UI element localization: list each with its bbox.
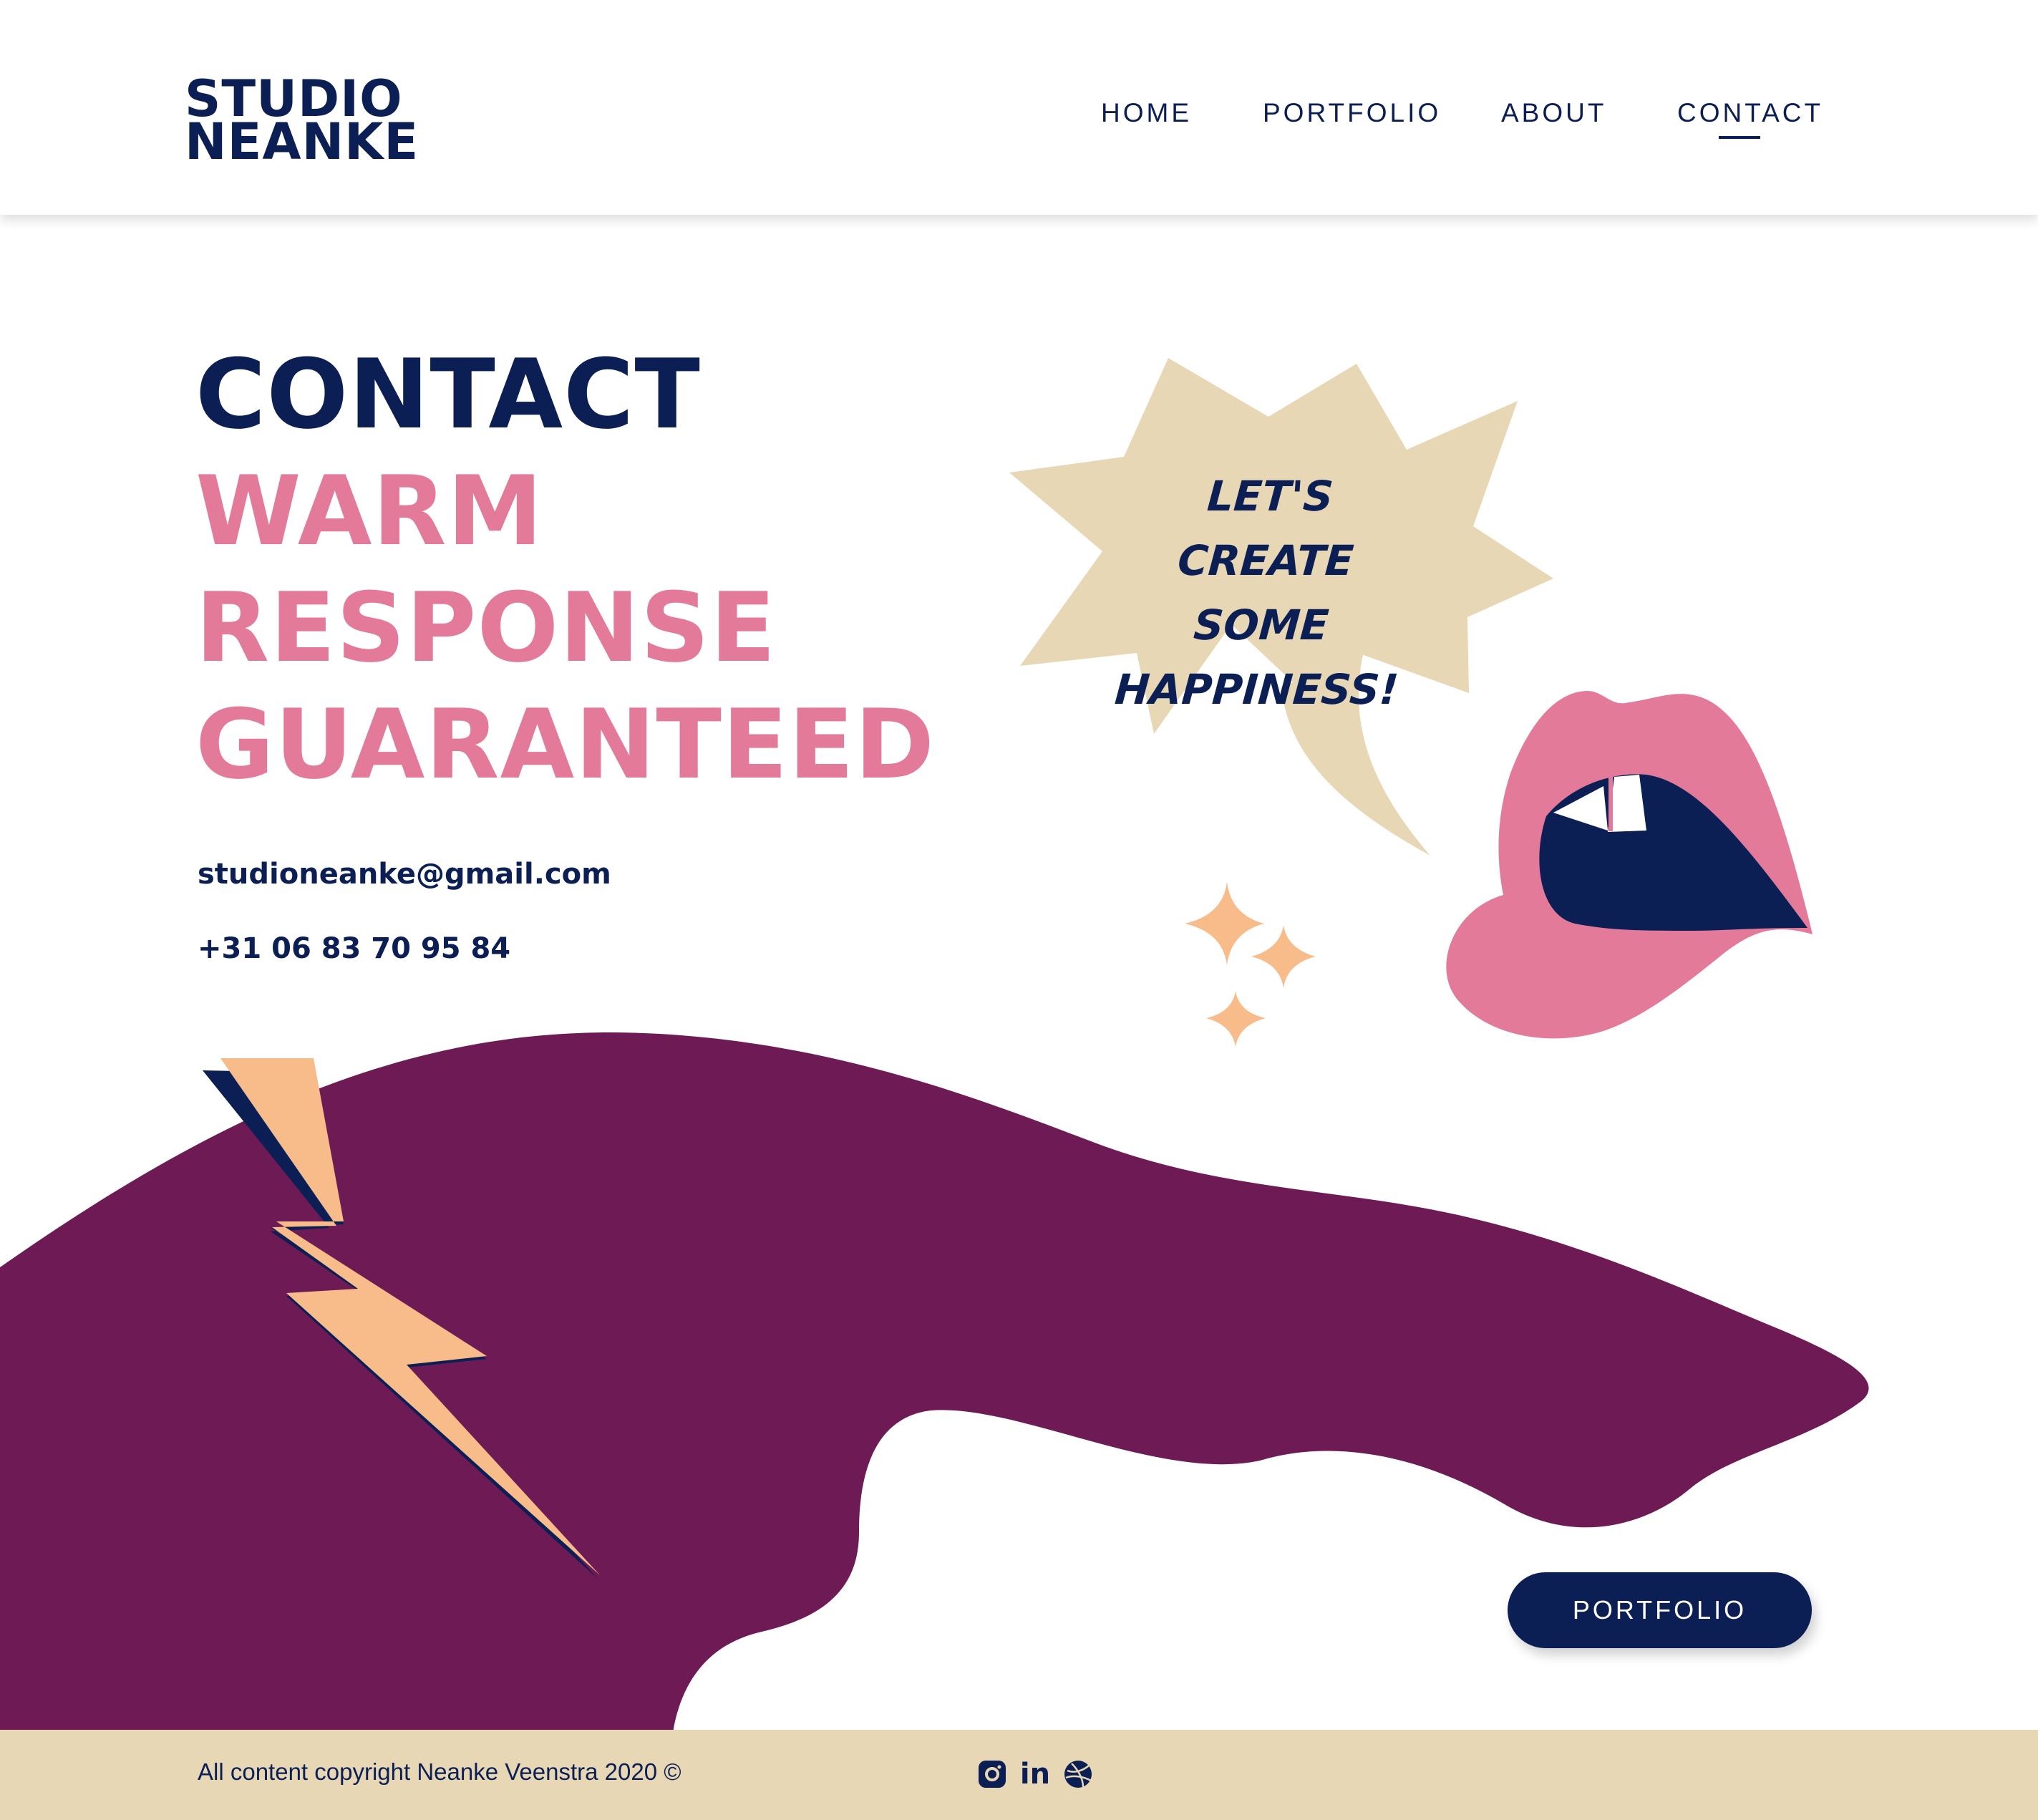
copyright-text: All content copyright Neanke Veenstra 20…: [198, 1758, 681, 1785]
nav-active-underline: [1719, 136, 1760, 139]
nav-contact[interactable]: CONTACT: [1677, 98, 1823, 128]
nav-about[interactable]: ABOUT: [1501, 98, 1606, 128]
hero-subtitle-line-1: WARM: [195, 455, 544, 567]
page-title: CONTACT: [195, 339, 701, 450]
nav-home[interactable]: HOME: [1101, 98, 1192, 128]
site-header: STUDIO NEANKE HOME PORTFOLIO ABOUT CONTA…: [0, 0, 2038, 215]
site-footer: All content copyright Neanke Veenstra 20…: [0, 1730, 2038, 1820]
email-link[interactable]: studioneanke@gmail.com: [198, 858, 611, 932]
dribbble-icon[interactable]: [1062, 1758, 1094, 1790]
phone-link[interactable]: +31 06 83 70 95 84: [198, 932, 611, 965]
lips-illustration: [1446, 691, 1813, 1039]
hero-subtitle-line-2: RESPONSE: [195, 572, 777, 684]
linkedin-glyph: in: [1019, 1758, 1051, 1791]
hero-subtitle-line-3: GUARANTEED: [195, 689, 936, 800]
speech-bubble-text: LET'S CREATE SOME HAPPINESS!: [1111, 464, 1415, 722]
portfolio-button[interactable]: PORTFOLIO: [1508, 1572, 1812, 1648]
hero-headline: CONTACT WARM RESPONSE GUARANTEED: [195, 337, 935, 803]
bubble-line-2: SOME: [1192, 601, 1331, 649]
sparkle-icons: [1185, 882, 1316, 1047]
linkedin-icon[interactable]: in: [1019, 1758, 1051, 1790]
nav-portfolio[interactable]: PORTFOLIO: [1263, 98, 1441, 128]
contact-info: studioneanke@gmail.com +31 06 83 70 95 8…: [198, 858, 611, 965]
social-links: in: [976, 1757, 1094, 1791]
main-nav: HOME PORTFOLIO ABOUT CONTACT: [0, 98, 2038, 148]
instagram-icon[interactable]: [976, 1758, 1008, 1790]
bubble-line-1: LET'S CREATE: [1176, 472, 1356, 585]
bubble-line-3: HAPPINESS!: [1113, 665, 1400, 714]
